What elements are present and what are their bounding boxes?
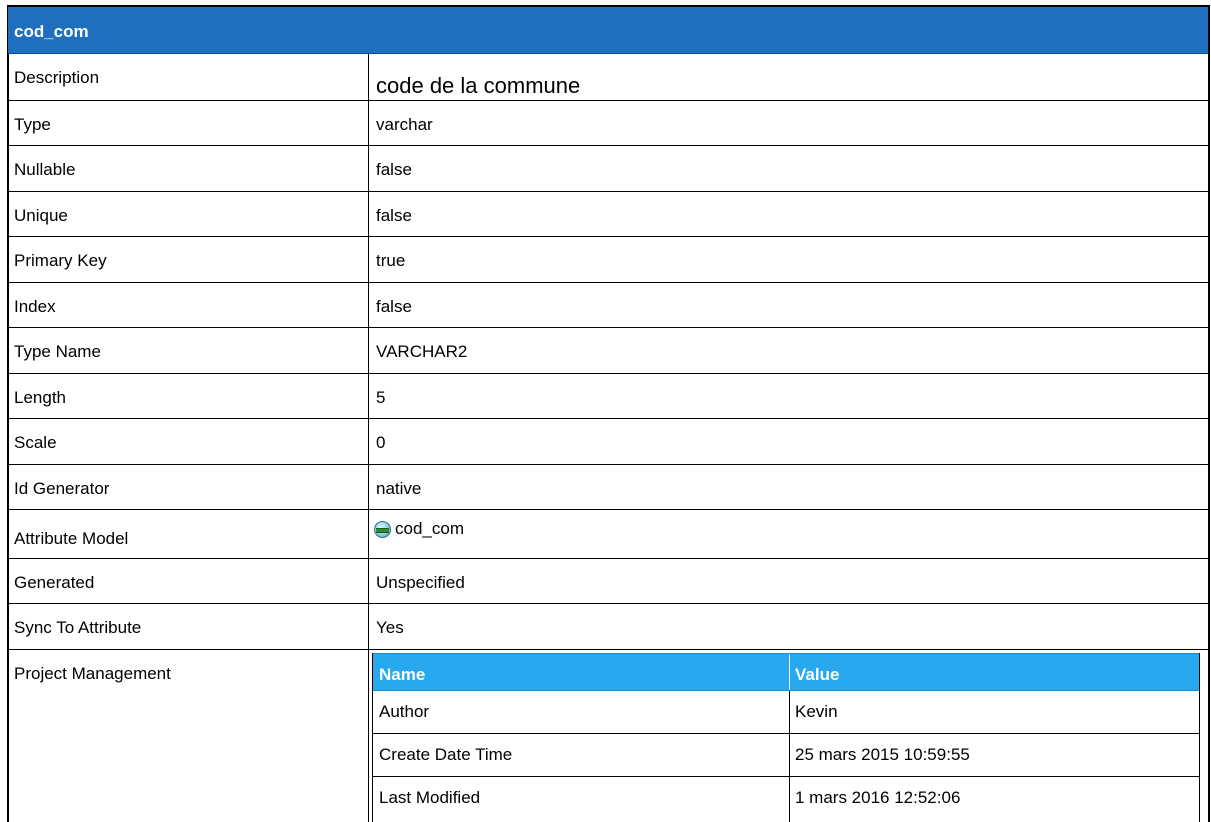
property-value: native <box>376 479 422 498</box>
column-divider <box>368 419 369 464</box>
property-label: Sync To Attribute <box>14 618 142 637</box>
column-divider <box>368 283 369 327</box>
table-row: Last Modified 1 mars 2016 12:52:06 <box>373 777 1199 822</box>
column-divider <box>368 559 369 603</box>
pm-name: Create Date Time <box>379 745 513 764</box>
property-row-length: Length 5 <box>8 374 1208 419</box>
property-label: Type Name <box>14 342 101 361</box>
property-label: Description <box>14 68 100 87</box>
column-divider <box>368 237 369 282</box>
property-label: Generated <box>14 573 95 592</box>
nested-table-header: Name Value <box>373 653 1199 691</box>
property-label: Type <box>14 115 51 134</box>
property-row-index: Index false <box>8 283 1208 328</box>
attribute-model-link[interactable]: cod_com <box>374 519 464 539</box>
property-value: false <box>376 160 412 179</box>
property-row-nullable: Nullable false <box>8 146 1208 192</box>
property-label: Id Generator <box>14 479 110 498</box>
property-label: Index <box>14 297 56 316</box>
column-divider <box>368 146 369 191</box>
column-divider <box>368 54 369 100</box>
pm-value: 25 mars 2015 10:59:55 <box>795 745 970 764</box>
property-row-description: Description code de la commune <box>8 54 1208 101</box>
project-management-table: Name Value Author Kevin Create Date Time… <box>372 653 1200 822</box>
pm-name: Author <box>379 702 430 721</box>
column-divider <box>368 650 369 822</box>
attribute-model-name: cod_com <box>395 519 464 538</box>
property-label: Project Management <box>14 664 171 683</box>
property-value: Yes <box>376 618 404 637</box>
property-row-scale: Scale 0 <box>8 419 1208 465</box>
table-title-bar: cod_com <box>8 7 1208 54</box>
property-value: VARCHAR2 <box>376 342 468 361</box>
property-row-sync-to-attribute: Sync To Attribute Yes <box>8 604 1208 650</box>
pm-name: Last Modified <box>379 788 481 807</box>
property-row-project-management: Project Management Name Value Author Kev… <box>8 650 1208 822</box>
column-divider <box>368 101 369 145</box>
property-row-attribute-model: Attribute Model cod_com <box>8 510 1208 559</box>
property-label: Unique <box>14 206 68 225</box>
column-divider <box>368 604 369 649</box>
table-row: Create Date Time 25 mars 2015 10:59:55 <box>373 734 1199 777</box>
property-value: false <box>376 206 412 225</box>
property-label: Length <box>14 388 66 407</box>
property-value: code de la commune <box>376 73 581 98</box>
column-divider <box>368 465 369 509</box>
header-name: Name <box>379 665 426 684</box>
pm-value: 1 mars 2016 12:52:06 <box>795 788 961 807</box>
column-divider <box>368 374 369 418</box>
property-row-type-name: Type Name VARCHAR2 <box>8 328 1208 374</box>
column-title: cod_com <box>14 22 89 41</box>
property-row-unique: Unique false <box>8 192 1208 237</box>
property-row-generated: Generated Unspecified <box>8 559 1208 604</box>
property-label: Attribute Model <box>14 529 129 548</box>
property-label: Nullable <box>14 160 76 179</box>
header-value: Value <box>795 665 840 684</box>
column-divider <box>368 510 369 558</box>
column-divider <box>368 328 369 373</box>
pm-value: Kevin <box>795 702 838 721</box>
property-label: Scale <box>14 433 57 452</box>
property-value: Unspecified <box>376 573 465 592</box>
property-label: Primary Key <box>14 251 107 270</box>
column-divider <box>368 192 369 236</box>
property-value: 0 <box>376 433 386 452</box>
property-value: varchar <box>376 115 433 134</box>
property-row-id-generator: Id Generator native <box>8 465 1208 510</box>
property-row-type: Type varchar <box>8 101 1208 146</box>
property-row-primary-key: Primary Key true <box>8 237 1208 283</box>
property-value: 5 <box>376 388 386 407</box>
property-value: true <box>376 251 406 270</box>
table-row: Author Kevin <box>373 691 1199 734</box>
property-value: false <box>376 297 412 316</box>
attribute-icon <box>374 521 391 539</box>
